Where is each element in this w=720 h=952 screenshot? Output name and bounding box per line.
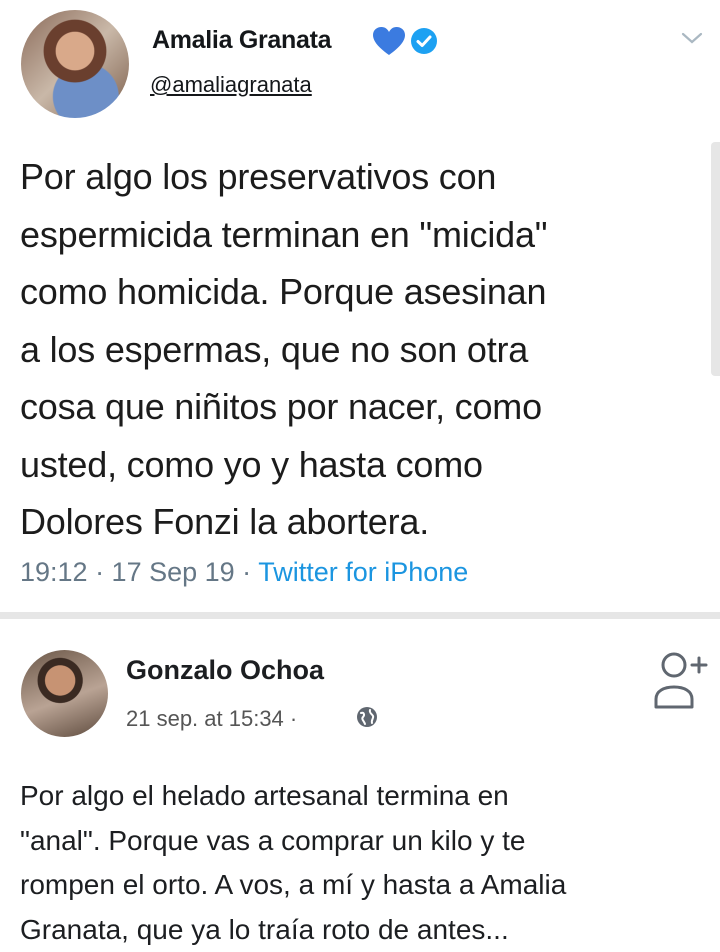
tweet-text-line: usted, como yo y hasta como [20, 436, 710, 494]
verified-badge-icon [410, 27, 438, 55]
author-avatar[interactable] [21, 10, 129, 118]
tweet-text-line: a los espermas, que no son otra [20, 321, 710, 379]
post-text: Por algo el helado artesanal termina en … [20, 774, 710, 952]
tweet-text-line: como homicida. Porque asesinan [20, 263, 710, 321]
tweet-meta: 19:12 · 17 Sep 19 · Twitter for iPhone [20, 557, 468, 588]
post-text-line: Por algo el helado artesanal termina en [20, 774, 710, 819]
post-author-name[interactable]: Gonzalo Ochoa [126, 655, 324, 686]
blue-heart-icon [372, 26, 406, 56]
globe-icon [356, 706, 378, 728]
chevron-down-icon[interactable] [680, 30, 704, 46]
author-name[interactable]: Amalia Granata [152, 26, 331, 55]
post-text-line: Granata, que ya lo traía roto de antes..… [20, 908, 710, 952]
add-friend-icon[interactable] [648, 651, 708, 709]
post-text-line: "anal". Porque vas a comprar un kilo y t… [20, 819, 710, 864]
tweet-text-line: Por algo los preservativos con [20, 148, 710, 206]
divider [0, 612, 720, 619]
scrollbar[interactable] [711, 142, 720, 376]
tweet-card: Amalia Granata @amaliagranata Por algo l… [0, 0, 720, 612]
tweet-text-line: cosa que niñitos por nacer, como [20, 378, 710, 436]
post-timestamp[interactable]: 21 sep. at 15:34 · [126, 706, 297, 732]
tweet-text-line: espermicida terminan en "micida" [20, 206, 710, 264]
tweet-text: Por algo los preservativos con espermici… [20, 148, 710, 551]
tweet-timestamp[interactable]: 19:12 · 17 Sep 19 · [20, 557, 258, 587]
post-author-avatar[interactable] [21, 650, 108, 737]
facebook-post: Gonzalo Ochoa 21 sep. at 15:34 · Por alg… [0, 619, 720, 951]
tweet-text-line: Dolores Fonzi la abortera. [20, 493, 710, 551]
tweet-source-link[interactable]: Twitter for iPhone [258, 557, 468, 587]
post-text-line: rompen el orto. A vos, a mí y hasta a Am… [20, 863, 710, 908]
author-handle[interactable]: @amaliagranata [150, 72, 312, 98]
